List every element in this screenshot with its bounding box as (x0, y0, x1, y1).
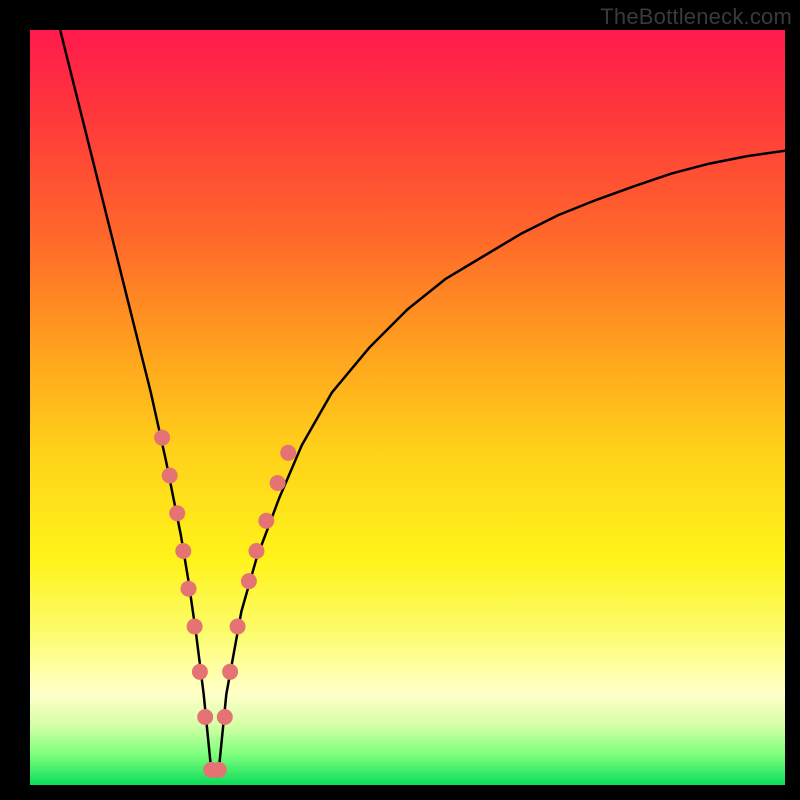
watermark-text: TheBottleneck.com (600, 4, 792, 30)
sample-dot (197, 709, 213, 725)
chart-overlay (30, 30, 785, 785)
sample-dot (187, 619, 203, 635)
sample-dot (249, 543, 265, 559)
plot-area (30, 30, 785, 785)
chart-stage: TheBottleneck.com (0, 0, 800, 800)
sample-dot (181, 581, 197, 597)
sample-dot (211, 762, 227, 778)
sample-dot (162, 468, 178, 484)
sample-dot (169, 505, 185, 521)
sample-dot (241, 573, 257, 589)
sample-dot (258, 513, 274, 529)
sample-dot (230, 619, 246, 635)
sample-dot (280, 445, 296, 461)
bottleneck-curve (60, 30, 785, 770)
sample-dot (270, 475, 286, 491)
sample-dot (175, 543, 191, 559)
sample-dot (222, 664, 238, 680)
sample-dot (192, 664, 208, 680)
sample-dot (154, 430, 170, 446)
sample-dot (217, 709, 233, 725)
